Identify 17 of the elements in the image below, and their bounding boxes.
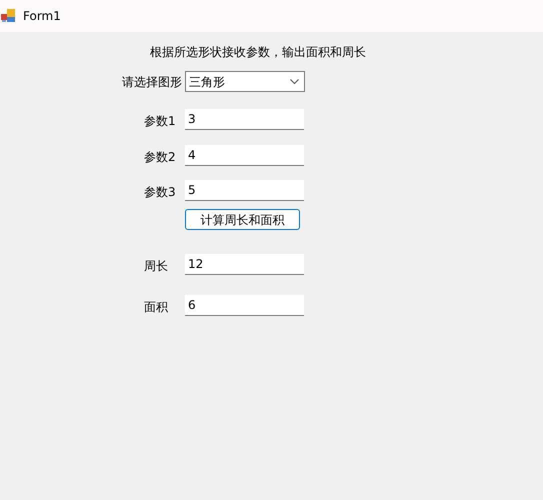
input-field[interactable]: 4: [185, 145, 304, 166]
field-label: 参数1: [144, 114, 176, 128]
input-field[interactable]: 3: [185, 109, 304, 130]
chevron-down-icon: [290, 78, 299, 84]
heading-text: 根据所选形状接收参数，输出面积和周长: [150, 45, 366, 59]
input-field[interactable]: 5: [185, 180, 304, 201]
input-field[interactable]: 6: [185, 295, 304, 316]
shape-dropdown[interactable]: 三角形: [185, 71, 305, 92]
field-label: 周长: [144, 258, 168, 272]
app-icon: [1, 9, 17, 23]
field-label: 参数3: [144, 184, 176, 198]
field-label: 面积: [144, 300, 168, 314]
field-label: 参数2: [144, 150, 176, 164]
input-field[interactable]: 12: [185, 254, 304, 275]
field-label: 请选择图形: [122, 74, 182, 90]
calculate-button[interactable]: 计算周长和面积: [185, 209, 300, 230]
window-title: Form1: [23, 8, 61, 25]
